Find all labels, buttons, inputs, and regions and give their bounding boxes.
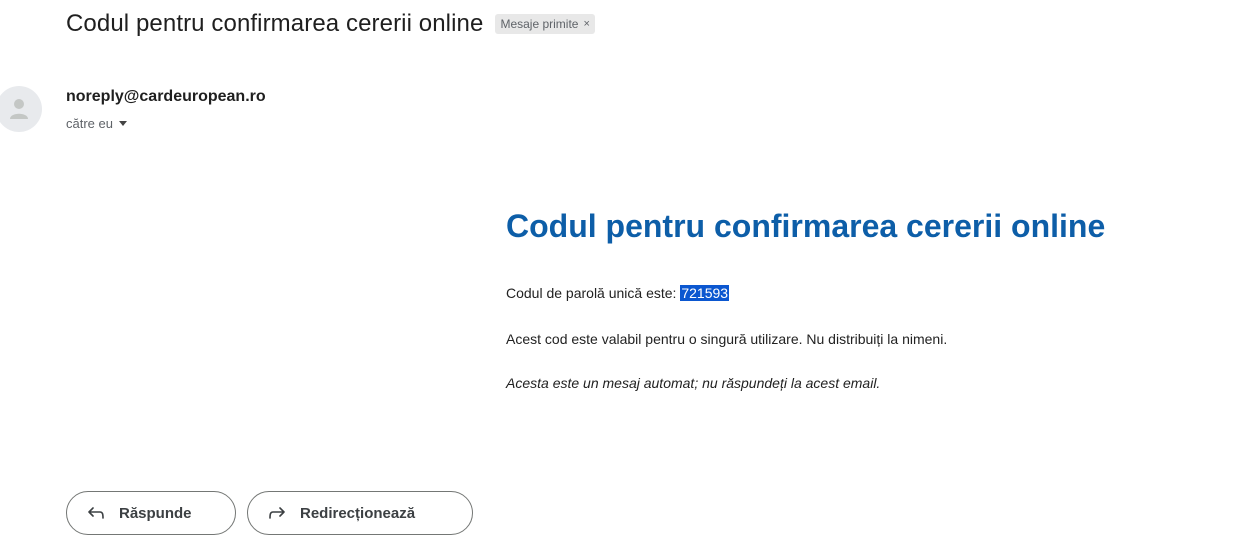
otp-line: Codul de parolă unică este: 721593 [506,285,730,301]
person-icon [10,99,28,119]
forward-button[interactable]: Redirecționează [247,491,473,535]
remove-label-icon[interactable]: × [583,18,589,30]
otp-code[interactable]: 721593 [680,285,730,301]
reply-label: Răspunde [119,504,192,522]
message-heading: Codul pentru confirmarea cererii online [506,208,1106,244]
otp-prefix: Codul de parolă unică este: [506,285,681,301]
recipient-text: către eu [66,116,113,131]
inbox-label-chip[interactable]: Mesaje primite × [495,14,595,34]
reply-button[interactable]: Răspunde [66,491,236,535]
sender-address[interactable]: noreply@cardeuropean.ro [66,88,266,106]
validity-text: Acest cod este valabil pentru o singură … [506,331,948,347]
email-subject: Codul pentru confirmarea cererii online [66,10,484,37]
avatar[interactable] [0,86,42,132]
reply-icon [87,506,105,520]
forward-icon [268,506,286,520]
subject-row: Codul pentru confirmarea cererii online … [66,10,595,38]
recipient-details[interactable]: către eu [66,116,127,131]
automated-note: Acesta este un mesaj automat; nu răspund… [506,375,881,391]
forward-label: Redirecționează [300,504,416,522]
label-text: Mesaje primite [500,17,579,31]
caret-down-icon[interactable] [118,121,127,126]
